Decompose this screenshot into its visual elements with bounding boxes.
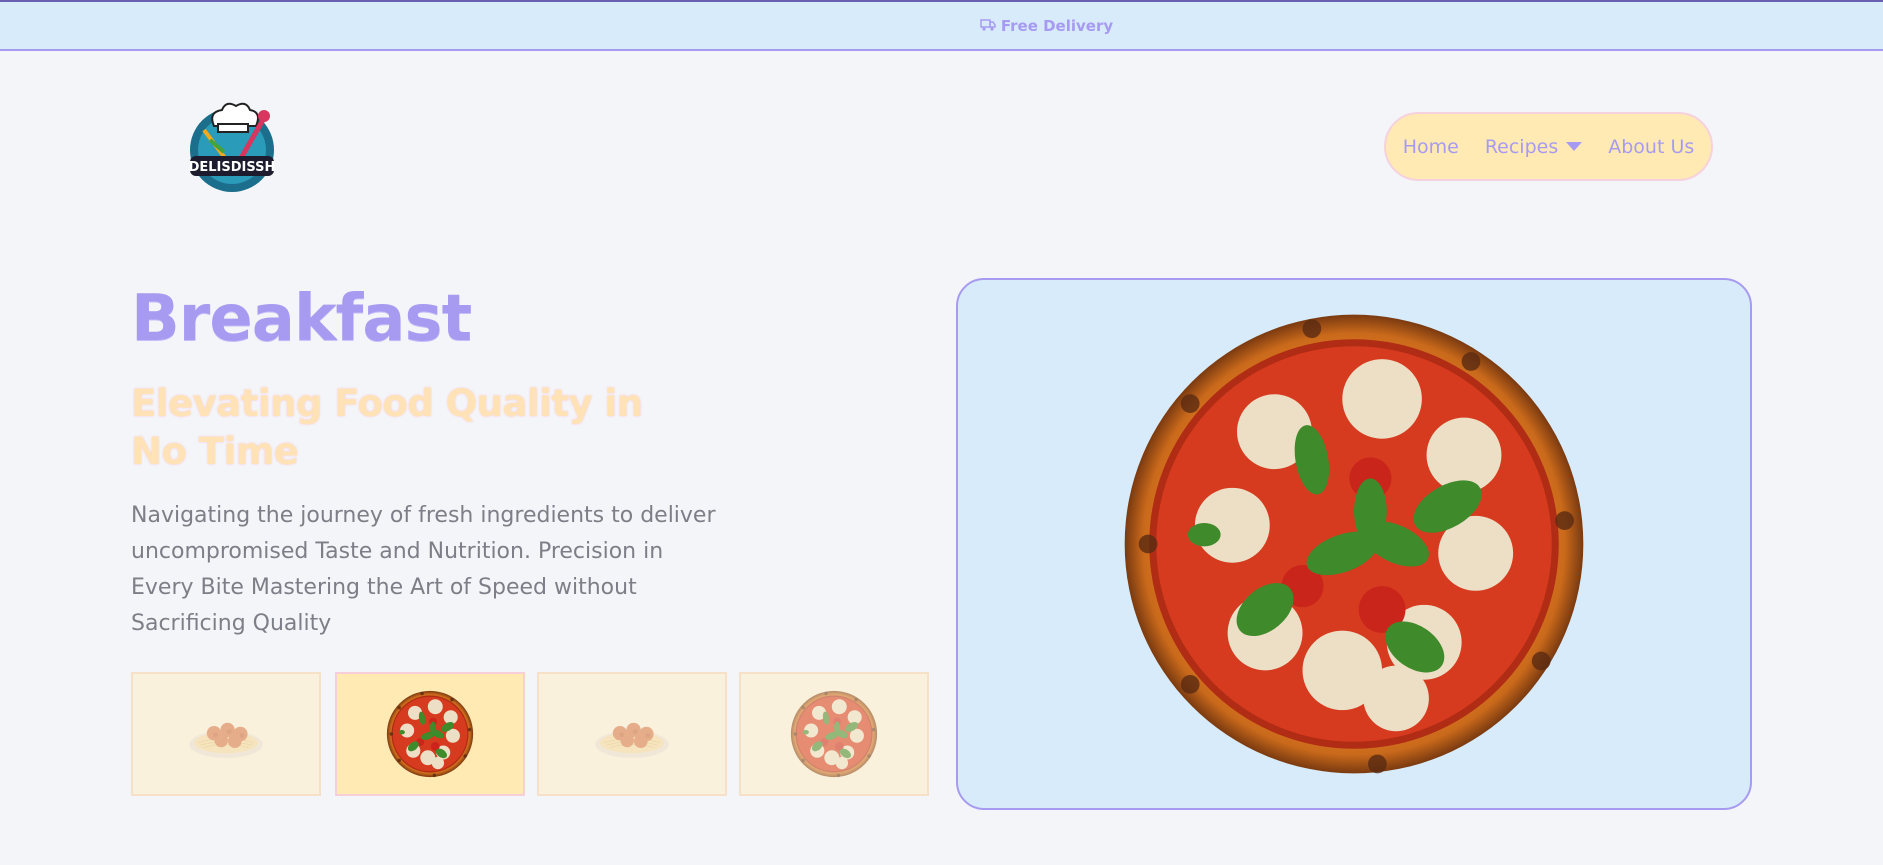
pizza-image (790, 690, 878, 778)
thumbnail-pizza-1[interactable] (335, 672, 525, 796)
hero-description: Navigating the journey of fresh ingredie… (131, 503, 716, 636)
announcement-text: Free Delivery (1000, 16, 1114, 35)
nav-recipes[interactable]: Recipes (1484, 135, 1583, 158)
spaghetti-image (592, 706, 672, 762)
pizza-image (386, 690, 474, 778)
nav-recipes-label: Recipes (1484, 135, 1559, 158)
logo-text: DELISDISSH (189, 160, 276, 175)
truck-icon (980, 17, 996, 35)
nav-home[interactable]: Home (1403, 136, 1459, 158)
thumbnail-carousel (131, 672, 929, 796)
hero-title: Breakfast (131, 282, 472, 356)
spaghetti-image (186, 706, 266, 762)
thumbnail-spaghetti-2[interactable] (537, 672, 727, 796)
site-logo[interactable]: DELISDISSH (184, 100, 280, 192)
hero-subtitle: Elevating Food Quality in No Time (131, 382, 643, 473)
featured-pizza-image (1120, 310, 1588, 778)
nav-about-us[interactable]: About Us (1608, 136, 1694, 158)
thumbnail-spaghetti-1[interactable] (131, 672, 321, 796)
caret-down-icon (1566, 142, 1583, 151)
announcement-bar: Free Delivery (0, 0, 1883, 51)
announcement-content: Free Delivery (980, 17, 1113, 35)
chef-hat-icon: DELISDISSH (189, 102, 276, 192)
thumbnail-pizza-2[interactable] (739, 672, 929, 796)
featured-dish-panel (956, 278, 1752, 810)
main-nav: Home Recipes About Us (1384, 112, 1713, 181)
